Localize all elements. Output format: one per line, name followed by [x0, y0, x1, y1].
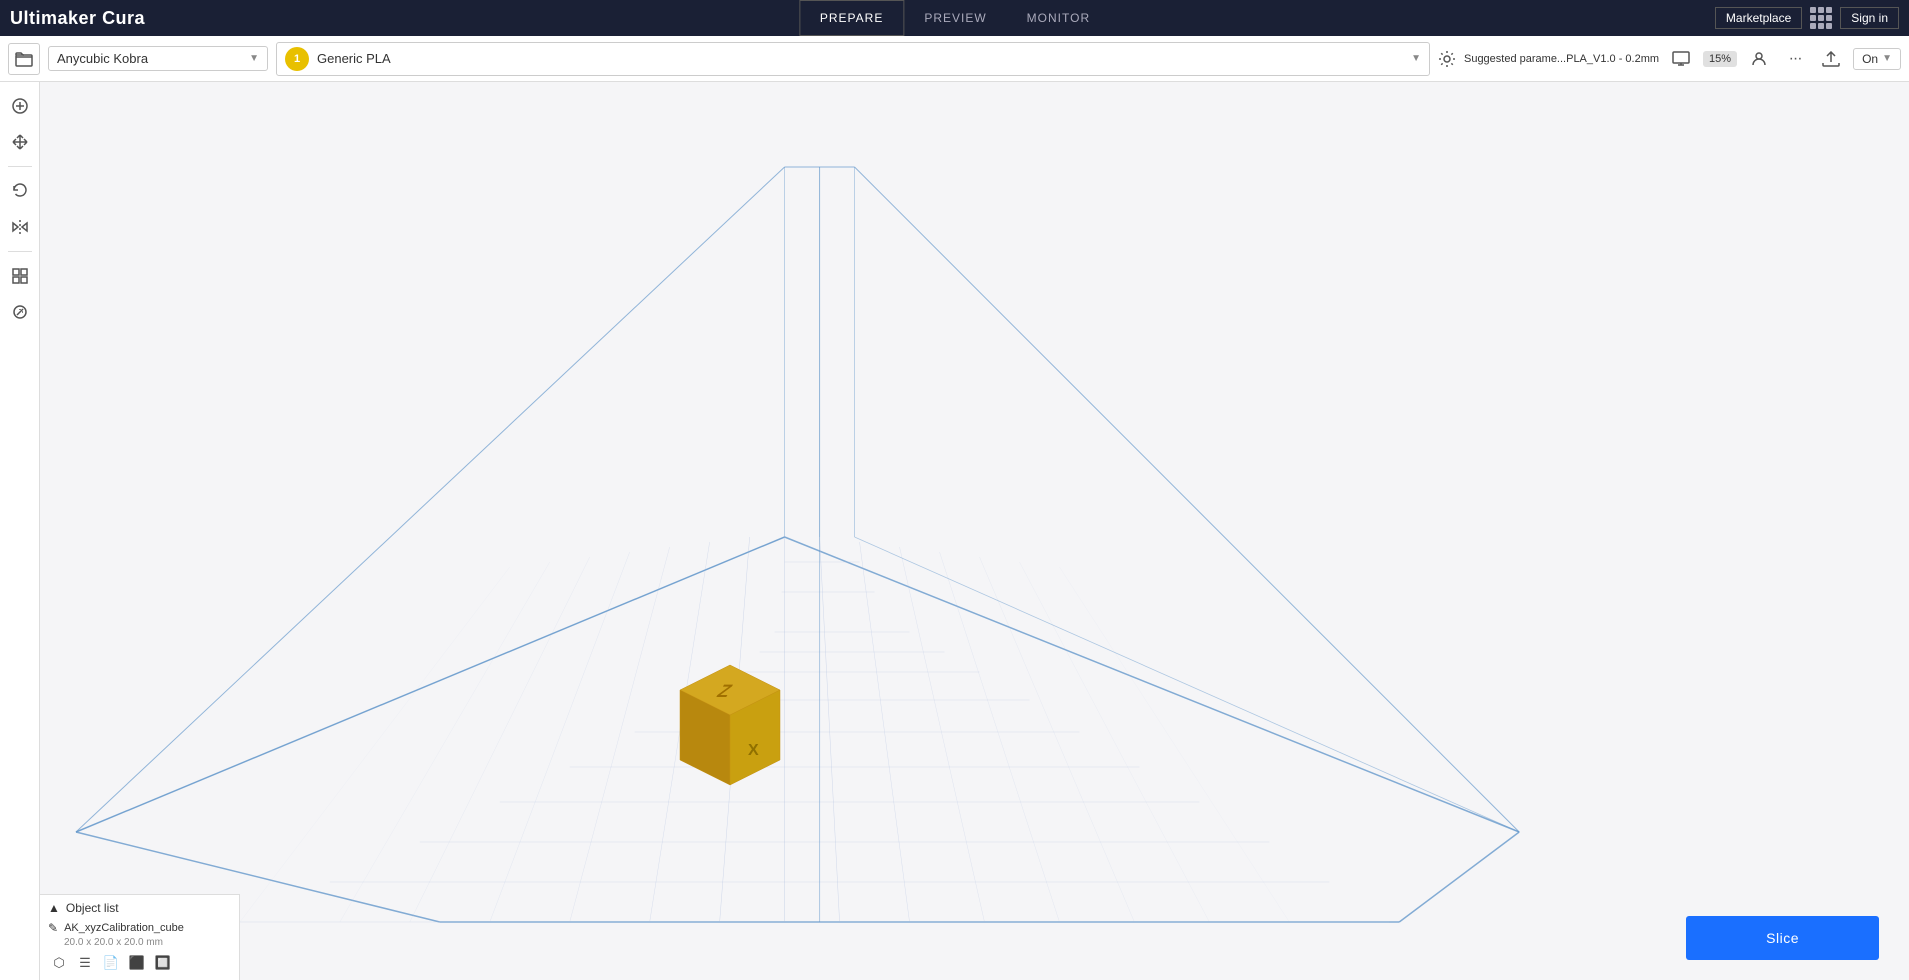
- collapse-icon: ▲: [48, 901, 60, 915]
- navbar: Ultimaker Cura PREPARE PREVIEW MONITOR M…: [0, 0, 1909, 36]
- support-tool[interactable]: [4, 296, 36, 328]
- app-title-normal: Ultimaker: [10, 8, 97, 28]
- monitor-icon[interactable]: [1667, 45, 1695, 73]
- material-dropdown-chevron: ▼: [1411, 53, 1421, 64]
- more-options-icon[interactable]: ···: [1781, 45, 1809, 73]
- object-list-panel: ▲ Object list ✎ AK_xyzCalibration_cube 2…: [40, 894, 240, 980]
- slice-button[interactable]: Slice: [1686, 916, 1879, 960]
- arrange-tool[interactable]: [4, 260, 36, 292]
- marketplace-button[interactable]: Marketplace: [1715, 7, 1802, 29]
- nav-right: Marketplace Sign in: [1715, 7, 1899, 29]
- material-badge: 1: [285, 47, 309, 71]
- shape-icon[interactable]: ⬡: [48, 952, 70, 974]
- object-name: AK_xyzCalibration_cube: [64, 922, 184, 934]
- apps-grid-icon[interactable]: [1810, 7, 1832, 29]
- printer-dropdown[interactable]: Anycubic Kobra ▼: [48, 46, 268, 71]
- printer-dropdown-chevron: ▼: [249, 53, 259, 64]
- 3d-model-cube[interactable]: Z X: [670, 655, 790, 800]
- on-toggle[interactable]: On ▼: [1853, 48, 1901, 70]
- profile-settings-button[interactable]: [1438, 50, 1456, 68]
- toolbar: Anycubic Kobra ▼ 1 Generic PLA ▼ Suggest…: [0, 36, 1909, 82]
- cube-svg: Z X: [670, 655, 790, 795]
- move-tool[interactable]: [4, 126, 36, 158]
- app-title-bold: Cura: [102, 8, 145, 28]
- app-logo: Ultimaker Cura: [10, 8, 145, 29]
- settings2-icon[interactable]: 🔲: [152, 952, 174, 974]
- object-size: 20.0 x 20.0 x 20.0 mm: [48, 937, 231, 948]
- nav-tabs: PREPARE PREVIEW MONITOR: [799, 0, 1110, 36]
- tool-divider-1: [8, 166, 32, 167]
- tab-prepare[interactable]: PREPARE: [799, 0, 904, 36]
- object-bottom-icons: ⬡ ☰ 📄 ⬛ 🔲: [48, 948, 231, 974]
- object-list-label: Object list: [66, 901, 119, 915]
- account-icon[interactable]: [1745, 45, 1773, 73]
- toolbar-right: Suggested parame...PLA_V1.0 - 0.2mm 15% …: [1438, 45, 1901, 73]
- object-list-item: ✎ AK_xyzCalibration_cube: [48, 919, 231, 937]
- list-icon[interactable]: ☰: [74, 952, 96, 974]
- undo-tool[interactable]: [4, 175, 36, 207]
- mirror-tool[interactable]: [4, 211, 36, 243]
- viewport-svg: [40, 82, 1909, 980]
- profile-label: Suggested parame...PLA_V1.0 - 0.2mm: [1464, 53, 1659, 65]
- upload-icon[interactable]: [1817, 45, 1845, 73]
- tab-preview[interactable]: PREVIEW: [904, 0, 1006, 36]
- file-icon[interactable]: 📄: [100, 952, 122, 974]
- open-file-tool[interactable]: [4, 90, 36, 122]
- 3d-viewport[interactable]: Z X: [40, 82, 1909, 980]
- material-section[interactable]: 1 Generic PLA ▼: [276, 42, 1430, 76]
- on-toggle-chevron: ▼: [1882, 53, 1892, 64]
- tool-divider-2: [8, 251, 32, 252]
- edit-pencil-icon[interactable]: ✎: [48, 921, 58, 935]
- printer-name: Anycubic Kobra: [57, 51, 148, 66]
- material-name: Generic PLA: [317, 51, 391, 66]
- on-toggle-label: On: [1862, 52, 1878, 66]
- open-folder-button[interactable]: [8, 43, 40, 75]
- left-toolbar: [0, 82, 40, 980]
- signin-button[interactable]: Sign in: [1840, 7, 1899, 29]
- svg-text:X: X: [748, 742, 759, 759]
- layers-icon[interactable]: ⬛: [126, 952, 148, 974]
- support-percent-badge: 15%: [1703, 51, 1737, 67]
- object-list-header[interactable]: ▲ Object list: [48, 901, 231, 915]
- main-area: Z X: [0, 82, 1909, 980]
- tab-monitor[interactable]: MONITOR: [1007, 0, 1110, 36]
